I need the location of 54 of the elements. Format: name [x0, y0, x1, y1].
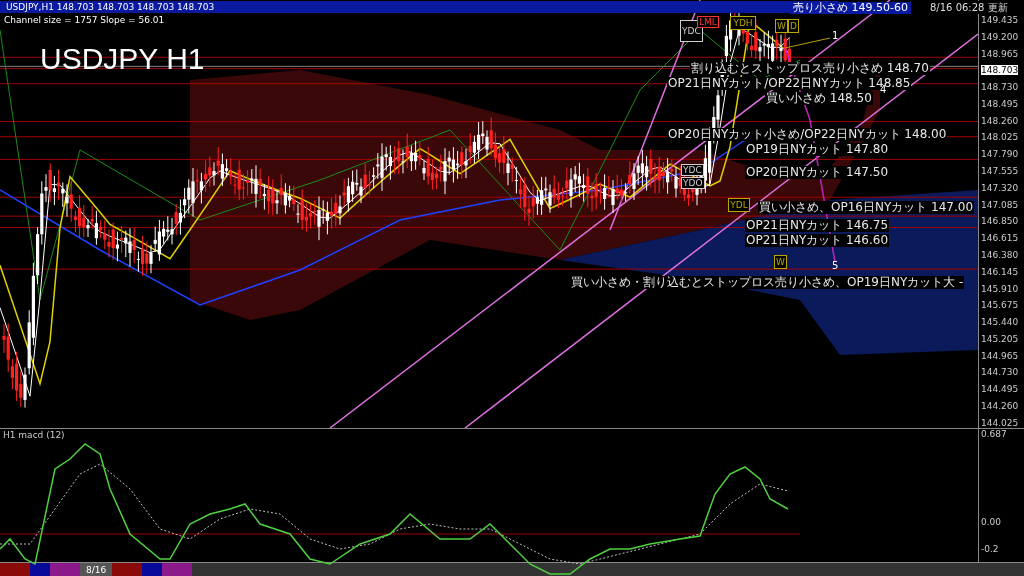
date-tab[interactable]: 8/16: [80, 563, 113, 576]
chart-title: USDJPY H1: [40, 42, 205, 76]
macd-tick: -0.2: [981, 544, 1000, 554]
price-annotation: OP20日NYカット 147.50: [745, 166, 890, 179]
price-annotation: 割り込むとストップロス売り小さめ 148.70: [690, 62, 930, 75]
price-annotation: OP21日NYカット 146.75: [745, 219, 890, 232]
price-annotation: 買い小さめ 148.50: [765, 92, 873, 105]
symbol-quote-line: USDJPY,H1 148.703 148.703 148.703 148.703: [6, 1, 215, 13]
price-annotation: OP20日NYカット小さめ/OP22日NYカット 148.00: [667, 128, 948, 141]
wave-label: 5: [832, 260, 839, 271]
price-annotation: 買い小さめ、OP16日NYカット 147.00: [758, 201, 975, 214]
price-tick: 147.320: [981, 182, 1020, 193]
level-marker: YDC: [681, 164, 704, 176]
price-tick: 148.495: [981, 98, 1020, 109]
price-tick: 147.555: [981, 166, 1020, 177]
price-tick: 148.730: [981, 82, 1020, 93]
price-annotation: 買い小さめ・割り込むとストップロス売り小さめ、OP19日NYカット大 -: [570, 276, 965, 289]
price-tick: 146.380: [981, 249, 1020, 260]
price-tick: 148.025: [981, 132, 1020, 143]
price-tick: 148.965: [981, 48, 1020, 59]
price-tick: 144.730: [981, 367, 1020, 378]
level-marker: YDL: [728, 198, 750, 212]
level-marker: W: [775, 19, 788, 33]
sell-banner-label: 売り小さめ 149.50-60: [790, 2, 911, 14]
price-tick: 146.145: [981, 266, 1020, 277]
level-marker: LML: [697, 16, 719, 28]
macd-title: H1 macd (12): [3, 430, 65, 440]
price-tick: 144.260: [981, 400, 1020, 411]
wave-label: 1: [832, 30, 839, 41]
level-marker: YDH: [730, 16, 756, 30]
price-tick: 146.850: [981, 216, 1020, 227]
current-price-label: 148.703: [981, 65, 1019, 76]
price-tick: 145.910: [981, 283, 1020, 294]
price-tick: 145.205: [981, 333, 1020, 344]
price-tick: 144.965: [981, 350, 1020, 361]
price-tick: 146.615: [981, 233, 1020, 244]
price-tick: 148.260: [981, 115, 1020, 126]
level-marker: D: [788, 19, 799, 33]
channel-info: Channel size = 1757 Slope = 56.01: [4, 15, 165, 25]
price-tick: 144.025: [981, 417, 1020, 428]
level-marker: YDO: [681, 177, 705, 189]
price-tick: 147.790: [981, 149, 1020, 160]
price-tick: 149.435: [981, 15, 1020, 25]
update-time: 8/16 06:28 更新: [930, 1, 1008, 14]
price-tick: 144.495: [981, 384, 1020, 395]
macd-tick: 0.00: [981, 516, 1003, 527]
price-annotation: OP19日NYカット 147.80: [745, 143, 890, 156]
level-marker: W: [774, 255, 787, 269]
price-tick: 145.675: [981, 300, 1020, 311]
price-tick: 149.200: [981, 31, 1020, 42]
price-tick: 145.440: [981, 317, 1020, 328]
macd-tick: 0.687: [981, 429, 1008, 439]
price-tick: 147.085: [981, 199, 1020, 210]
price-annotation: OP21日NYカット 146.60: [745, 234, 890, 247]
